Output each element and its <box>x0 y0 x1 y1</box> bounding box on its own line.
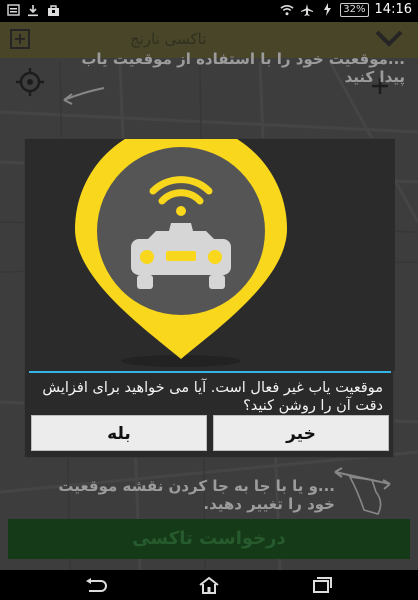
location-dialog: موقعیت یاب غیر فعال است. آیا می خواهید ب… <box>24 123 395 458</box>
wifi-icon <box>280 3 294 17</box>
dialog-hero <box>25 123 395 371</box>
battery-indicator: 32% <box>340 2 369 17</box>
dialog-divider <box>29 371 391 373</box>
sim-icon <box>6 3 20 17</box>
airplane-icon <box>300 3 314 17</box>
clock: 14:16 <box>374 2 412 17</box>
back-icon[interactable] <box>76 574 116 596</box>
recent-apps-icon[interactable] <box>302 574 342 596</box>
no-button[interactable]: خیر <box>213 415 389 451</box>
navigation-bar <box>0 570 418 600</box>
home-icon[interactable] <box>189 574 229 596</box>
bag-icon <box>46 3 60 17</box>
download-icon <box>26 3 40 17</box>
status-icons-right: 32% 14:16 <box>280 2 412 17</box>
yes-button[interactable]: بله <box>31 415 207 451</box>
status-bar: 32% 14:16 <box>0 0 418 22</box>
charging-icon <box>320 3 334 17</box>
dialog-message: موقعیت یاب غیر فعال است. آیا می خواهید ب… <box>42 380 383 414</box>
taxi-location-pin-icon <box>75 123 287 367</box>
status-icons-left <box>6 3 60 17</box>
